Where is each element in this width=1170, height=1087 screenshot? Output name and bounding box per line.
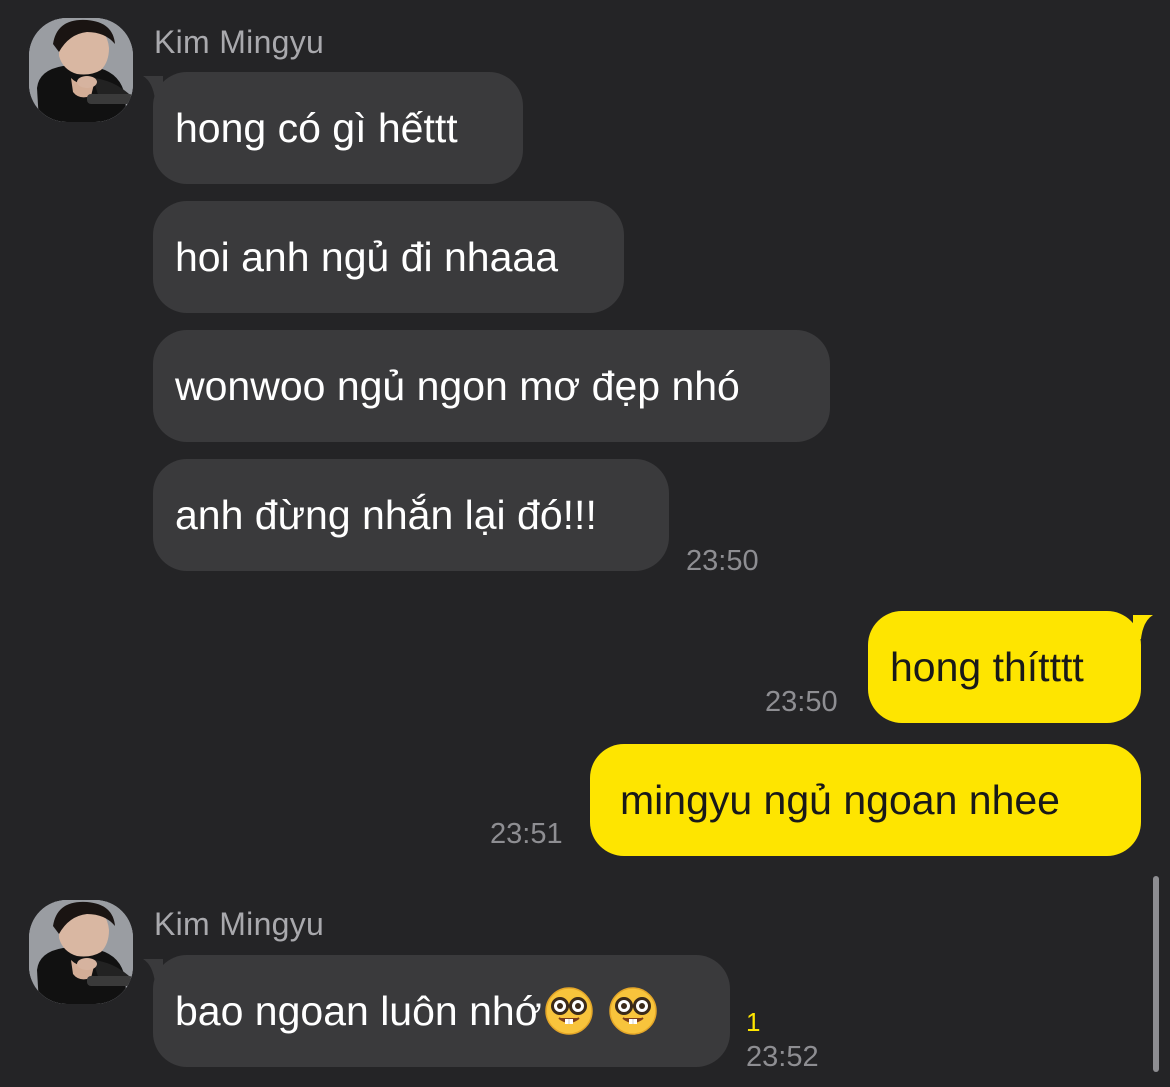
message-text: wonwoo ngủ ngon mơ đẹp nhó <box>175 362 740 409</box>
message-bubble[interactable]: wonwoo ngủ ngon mơ đẹp nhó <box>153 330 830 442</box>
message-bubble[interactable]: mingyu ngủ ngoan nhee <box>590 744 1141 856</box>
sender-name: Kim Mingyu <box>154 906 325 942</box>
message-timestamp: 23:50 <box>765 686 838 718</box>
message-bubble[interactable]: hong thítttt <box>868 611 1141 723</box>
message-bubble[interactable]: hong có gì hếttt <box>153 72 523 184</box>
message-text: anh đừng nhắn lại đó!!! <box>175 491 597 538</box>
message-bubble[interactable]: anh đừng nhắn lại đó!!! <box>153 459 669 571</box>
message-text: hoi anh ngủ đi nhaaa <box>175 233 559 280</box>
message-timestamp: 23:50 <box>686 545 759 577</box>
nerd-face-icon <box>608 986 658 1036</box>
bubble-tail <box>143 76 163 100</box>
message-text: hong có gì hếttt <box>175 104 458 151</box>
bubble-tail <box>1133 615 1153 639</box>
message-text: mingyu ngủ ngoan nhee <box>620 776 1060 823</box>
message-timestamp: 23:52 <box>746 1041 819 1073</box>
profile-photo-icon <box>29 900 133 1004</box>
unread-count: 1 <box>746 1007 761 1037</box>
nerd-face-icon <box>544 986 594 1036</box>
message-text: hong thítttt <box>890 643 1084 690</box>
message-timestamp: 23:51 <box>490 818 563 850</box>
message-bubble[interactable]: bao ngoan luôn nhớ <box>153 955 730 1067</box>
profile-photo-icon <box>29 18 133 122</box>
chat-messages[interactable]: Kim Mingyu hong có gì hếttt hoi anh ngủ … <box>0 0 1170 1087</box>
avatar[interactable] <box>29 18 133 122</box>
bubble-tail <box>143 959 163 983</box>
message-bubble[interactable]: hoi anh ngủ đi nhaaa <box>153 201 624 313</box>
avatar[interactable] <box>29 900 133 1004</box>
message-text: bao ngoan luôn nhớ <box>175 987 542 1034</box>
scrollbar[interactable] <box>1153 876 1159 1072</box>
sender-name: Kim Mingyu <box>154 24 325 60</box>
